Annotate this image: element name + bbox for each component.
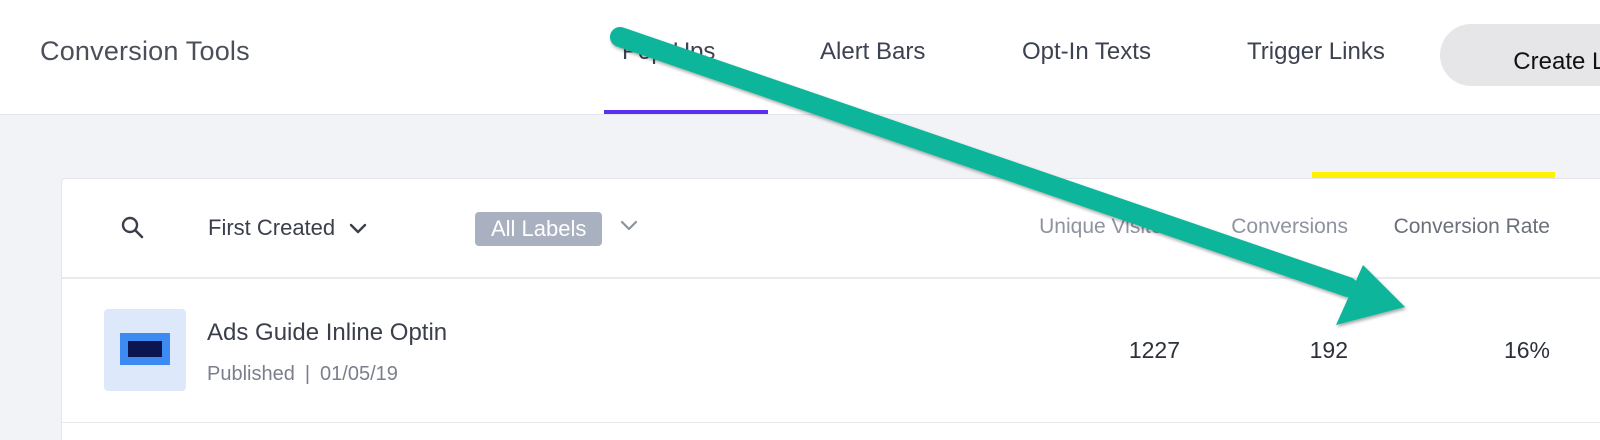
- popup-date: 01/05/19: [320, 363, 398, 385]
- app-title: Conversion Tools: [40, 36, 250, 66]
- tab-opt-in-texts[interactable]: Opt-In Texts: [1022, 38, 1151, 66]
- meta-separator: |: [304, 363, 311, 385]
- column-header-conversions[interactable]: Conversions: [1231, 215, 1348, 239]
- tab-trigger-links[interactable]: Trigger Links: [1247, 38, 1385, 66]
- column-header-conversion-rate[interactable]: Conversion Rate: [1394, 215, 1550, 239]
- conversions-value: 192: [1309, 337, 1348, 363]
- popup-thumbnail: [104, 309, 186, 391]
- active-tab-indicator: [604, 110, 768, 114]
- popup-meta: Published | 01/05/19: [207, 363, 398, 386]
- sort-dropdown[interactable]: First Created: [208, 215, 367, 241]
- inline-optin-icon: [120, 333, 170, 365]
- column-header-unique-visitors[interactable]: Unique Visitors: [1039, 215, 1180, 239]
- search-icon[interactable]: [120, 215, 146, 241]
- popup-title[interactable]: Ads Guide Inline Optin: [207, 319, 447, 347]
- popups-list-card: First Created All Labels Unique Visitors…: [61, 178, 1600, 440]
- popup-status: Published: [207, 363, 295, 385]
- unique-visitors-value: 1227: [1128, 337, 1180, 363]
- filter-row: First Created All Labels Unique Visitors…: [62, 179, 1600, 279]
- top-nav-bar: Conversion Tools Pop-Ups Alert Bars Opt-…: [0, 0, 1600, 115]
- conversion-rate-value: 16%: [1503, 337, 1550, 363]
- tab-alert-bars[interactable]: Alert Bars: [820, 38, 925, 66]
- tab-popups[interactable]: Pop-Ups: [622, 38, 715, 66]
- create-button[interactable]: Create Le: [1440, 24, 1600, 86]
- table-row[interactable]: Ads Guide Inline Optin Published | 01/05…: [62, 281, 1600, 423]
- sort-dropdown-label: First Created: [208, 215, 336, 240]
- labels-filter-badge[interactable]: All Labels: [475, 212, 603, 246]
- chevron-down-icon[interactable]: [620, 219, 638, 237]
- chevron-down-icon: [349, 215, 367, 241]
